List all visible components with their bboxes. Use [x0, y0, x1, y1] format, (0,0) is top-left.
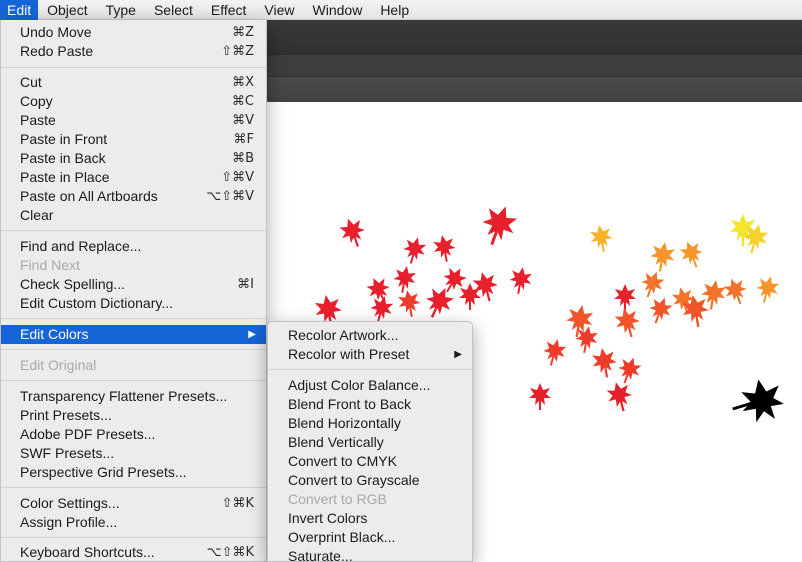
menu-separator [1, 230, 266, 231]
menu-effect[interactable]: Effect [202, 0, 256, 20]
menu-item-print-presets[interactable]: Print Presets... [1, 406, 266, 425]
maple-leaf-icon[interactable] [420, 282, 458, 323]
maple-leaf-icon[interactable] [612, 305, 643, 340]
menu-item-undo-move[interactable]: Undo Move ⌘Z [1, 23, 266, 42]
maple-leaf-icon[interactable] [677, 238, 707, 271]
submenu-item-convert-to-cmyk[interactable]: Convert to CMYK [268, 452, 472, 471]
maple-leaf-icon[interactable] [529, 383, 551, 410]
maple-leaf-icon[interactable] [604, 379, 635, 414]
maple-leaf-icon[interactable] [588, 223, 614, 253]
shortcut-copy: ⌘C [231, 94, 254, 109]
menu-object[interactable]: Object [38, 0, 96, 20]
menu-item-paste-in-back[interactable]: Paste in Back ⌘B [1, 149, 266, 168]
menu-item-adobe-pdf-presets[interactable]: Adobe PDF Presets... [1, 425, 266, 444]
maple-leaf-icon[interactable] [614, 354, 644, 387]
maple-leaf-icon[interactable] [590, 346, 619, 379]
menu-window[interactable]: Window [304, 0, 372, 20]
menu-separator [1, 349, 266, 350]
maple-leaf-icon[interactable] [637, 268, 667, 301]
maple-leaf-icon[interactable] [699, 278, 728, 311]
menu-item-check-spelling[interactable]: Check Spelling... ⌘I [1, 275, 266, 294]
submenu-item-invert-colors[interactable]: Invert Colors [268, 509, 472, 528]
menu-item-find-and-replace[interactable]: Find and Replace... [1, 237, 266, 256]
maple-leaf-icon[interactable] [396, 288, 422, 318]
menu-item-paste-on-all-artboards[interactable]: Paste on All Artboards ⌥⇧⌘V [1, 187, 266, 206]
maple-leaf-icon[interactable] [476, 201, 521, 250]
menu-type[interactable]: Type [97, 0, 145, 20]
shortcut-color-settings: ⇧⌘K [221, 496, 254, 511]
menu-item-paste-in-place[interactable]: Paste in Place ⇧⌘V [1, 168, 266, 187]
menu-help[interactable]: Help [371, 0, 418, 20]
menu-item-find-next: Find Next [20, 257, 80, 273]
submenu-item-overprint-black[interactable]: Overprint Black... [268, 528, 472, 547]
submenu-item-blend-vertically[interactable]: Blend Vertically [268, 433, 472, 452]
menu-separator [1, 67, 266, 68]
shortcut-keyboard-shortcuts: ⌥⇧⌘K [206, 545, 254, 560]
menu-edit[interactable]: Edit [0, 0, 39, 20]
shortcut-redo-paste: ⇧⌘Z [221, 44, 254, 59]
shortcut-paste-in-front: ⌘F [233, 132, 254, 147]
menu-item-redo-paste[interactable]: Redo Paste ⇧⌘Z [1, 42, 266, 61]
shortcut-check-spelling: ⌘I [237, 277, 254, 292]
menu-item-edit-original: Edit Original [20, 357, 97, 373]
menu-separator [1, 487, 266, 488]
shortcut-paste-in-place: ⇧⌘V [221, 170, 254, 185]
submenu-item-convert-to-grayscale[interactable]: Convert to Grayscale [268, 471, 472, 490]
menu-bar: Edit Object Type Select Effect View Wind… [0, 0, 802, 20]
shortcut-paste-on-all-artboards: ⌥⇧⌘V [206, 189, 254, 204]
maple-leaf-icon[interactable] [431, 233, 457, 263]
maple-leaf-icon[interactable] [728, 376, 786, 426]
shortcut-cut: ⌘X [232, 75, 254, 90]
submenu-item-blend-front-to-back[interactable]: Blend Front to Back [268, 395, 472, 414]
menu-item-assign-profile[interactable]: Assign Profile... [1, 513, 266, 532]
menu-item-clear[interactable]: Clear [1, 206, 266, 225]
maple-leaf-icon[interactable] [540, 337, 568, 369]
menu-separator [1, 318, 266, 319]
submenu-arrow-icon: ▶ [248, 329, 256, 340]
submenu-item-recolor-with-preset[interactable]: Recolor with Preset ▶ [268, 345, 472, 364]
maple-leaf-icon[interactable] [753, 274, 781, 306]
edit-menu-dropdown: Undo Move ⌘Z Redo Paste ⇧⌘Z Cut ⌘X Copy ⌘C P… [0, 20, 267, 562]
menu-separator [1, 537, 266, 538]
menu-separator [268, 369, 472, 370]
menu-item-swf-presets[interactable]: SWF Presets... [1, 444, 266, 463]
shortcut-undo-move: ⌘Z [232, 25, 254, 40]
maple-leaf-icon[interactable] [400, 235, 428, 267]
menu-select[interactable]: Select [145, 0, 202, 20]
submenu-item-convert-to-rgb: Convert to RGB [288, 491, 387, 507]
menu-item-edit-custom-dictionary[interactable]: Edit Custom Dictionary... [1, 294, 266, 313]
edit-colors-submenu: Recolor Artwork... Recolor with Preset ▶ … [267, 321, 473, 562]
maple-leaf-icon[interactable] [507, 265, 533, 295]
maple-leaf-icon[interactable] [648, 240, 677, 273]
menu-item-edit-colors[interactable]: Edit Colors ▶ [1, 325, 266, 344]
shortcut-paste-in-back: ⌘B [232, 151, 254, 166]
menu-item-transparency-flattener-presets[interactable]: Transparency Flattener Presets... [1, 387, 266, 406]
submenu-item-adjust-color-balance[interactable]: Adjust Color Balance... [268, 376, 472, 395]
maple-leaf-icon[interactable] [614, 284, 636, 311]
shortcut-paste: ⌘V [232, 113, 254, 128]
maple-leaf-icon[interactable] [645, 294, 675, 327]
menu-item-paste[interactable]: Paste ⌘V [1, 111, 266, 130]
menu-item-perspective-grid-presets[interactable]: Perspective Grid Presets... [1, 463, 266, 482]
menu-item-keyboard-shortcuts[interactable]: Keyboard Shortcuts... ⌥⇧⌘K [1, 543, 266, 562]
maple-leaf-icon[interactable] [721, 275, 751, 308]
menu-item-paste-in-front[interactable]: Paste in Front ⌘F [1, 130, 266, 149]
menu-view[interactable]: View [255, 0, 303, 20]
maple-leaf-icon[interactable] [391, 264, 417, 294]
menu-item-copy[interactable]: Copy ⌘C [1, 92, 266, 111]
menu-item-cut[interactable]: Cut ⌘X [1, 73, 266, 92]
submenu-item-blend-horizontally[interactable]: Blend Horizontally [268, 414, 472, 433]
maple-leaf-icon[interactable] [470, 269, 501, 304]
menu-item-color-settings[interactable]: Color Settings... ⇧⌘K [1, 494, 266, 513]
submenu-item-saturate[interactable]: Saturate... [268, 547, 472, 562]
submenu-item-recolor-artwork[interactable]: Recolor Artwork... [268, 326, 472, 345]
menu-separator [1, 380, 266, 381]
maple-leaf-icon[interactable] [336, 214, 369, 250]
submenu-arrow-icon: ▶ [454, 349, 462, 360]
